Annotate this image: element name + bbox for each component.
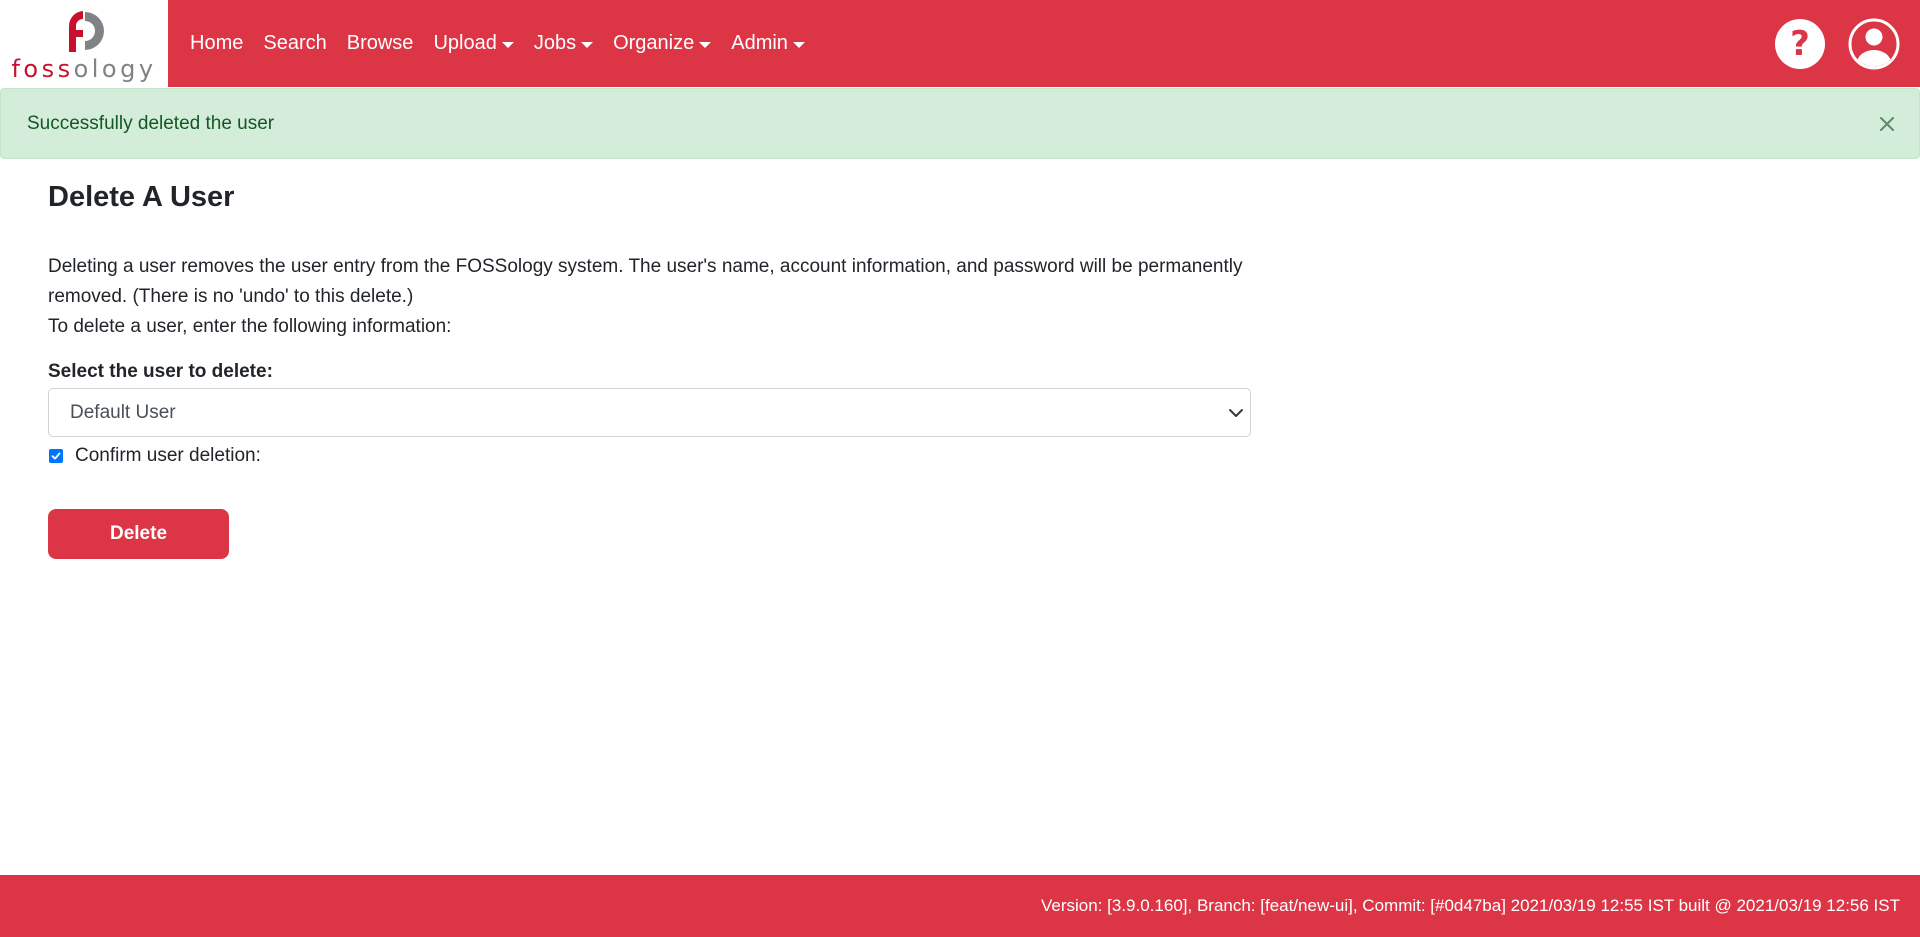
version-info: Version: [3.9.0.160], Branch: [feat/new-… bbox=[1041, 896, 1900, 915]
nav-home[interactable]: Home bbox=[180, 32, 253, 55]
description-instruction: To delete a user, enter the following in… bbox=[48, 316, 452, 337]
caret-down-icon bbox=[581, 41, 594, 48]
nav-organize-label: Organize bbox=[613, 32, 695, 54]
nav-jobs-label: Jobs bbox=[533, 32, 577, 54]
user-select-value: Default User bbox=[70, 402, 176, 423]
caret-down-icon bbox=[792, 41, 805, 48]
nav-search[interactable]: Search bbox=[253, 32, 336, 55]
confirm-row: Confirm user deletion: bbox=[48, 442, 1251, 470]
delete-button[interactable]: Delete bbox=[48, 509, 229, 559]
nav-upload-dropdown[interactable]: Upload bbox=[423, 32, 523, 55]
caret-down-icon bbox=[501, 41, 514, 48]
user-select[interactable]: Default User bbox=[48, 388, 1251, 437]
help-icon: ? bbox=[1790, 23, 1810, 64]
nav-organize-dropdown[interactable]: Organize bbox=[603, 32, 721, 55]
alert-message: Successfully deleted the user bbox=[27, 112, 275, 134]
success-alert: Successfully deleted the user bbox=[0, 88, 1920, 159]
nav-browse[interactable]: Browse bbox=[337, 32, 424, 55]
fossology-logo-icon bbox=[68, 10, 104, 52]
nav-admin-label: Admin bbox=[731, 32, 788, 54]
nav-home-label: Home bbox=[190, 32, 244, 54]
caret-down-icon bbox=[699, 41, 712, 48]
brand-name: fossology bbox=[11, 54, 157, 83]
top-navbar: fossology Home Search Browse Upload Jobs… bbox=[0, 0, 1920, 87]
checkmark-icon bbox=[51, 452, 61, 460]
footer: Version: [3.9.0.160], Branch: [feat/new-… bbox=[0, 875, 1920, 937]
close-icon[interactable] bbox=[1877, 114, 1897, 134]
chevron-down-icon bbox=[1229, 409, 1243, 417]
description-warning: Deleting a user removes the user entry f… bbox=[48, 256, 1243, 307]
delete-user-form: Delete A User Deleting a user removes th… bbox=[48, 176, 1251, 559]
description: Deleting a user removes the user entry f… bbox=[48, 252, 1251, 342]
nav-menu: Home Search Browse Upload Jobs Organize … bbox=[180, 0, 815, 87]
page-title: Delete A User bbox=[48, 181, 235, 213]
nav-upload-label: Upload bbox=[433, 32, 497, 54]
select-user-label: Select the user to delete: bbox=[48, 361, 273, 382]
help-button[interactable]: ? bbox=[1775, 18, 1825, 69]
confirm-deletion-label: Confirm user deletion: bbox=[75, 445, 261, 466]
user-account-icon[interactable] bbox=[1848, 18, 1900, 70]
nav-browse-label: Browse bbox=[346, 32, 414, 54]
nav-jobs-dropdown[interactable]: Jobs bbox=[524, 32, 603, 55]
navbar-right: ? bbox=[1775, 0, 1900, 87]
nav-admin-dropdown[interactable]: Admin bbox=[721, 32, 815, 55]
fossology-logo[interactable]: fossology bbox=[0, 0, 168, 87]
confirm-deletion-checkbox[interactable] bbox=[49, 449, 63, 463]
nav-search-label: Search bbox=[263, 32, 327, 54]
